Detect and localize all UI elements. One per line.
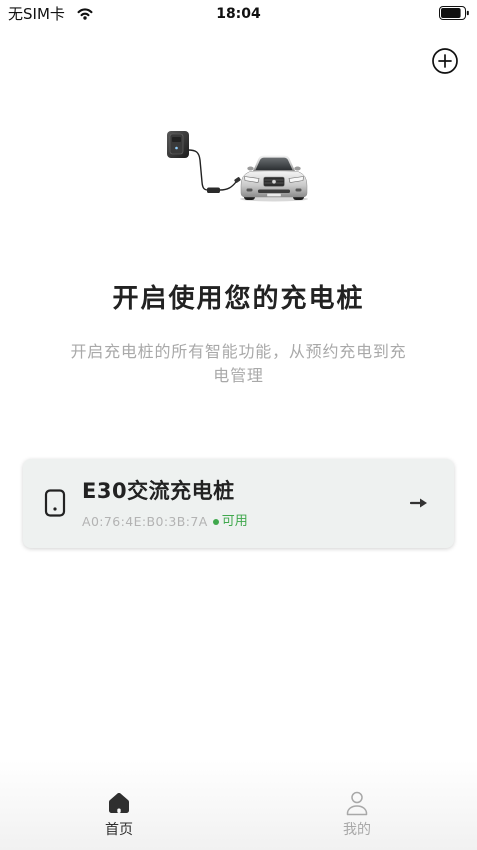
tab-profile[interactable]: 我的 bbox=[297, 760, 417, 850]
tab-home[interactable]: 首页 bbox=[59, 760, 179, 850]
charger bbox=[167, 131, 189, 158]
tab-home-label: 首页 bbox=[105, 822, 133, 838]
device-name: E30交流充电桩 bbox=[82, 479, 235, 503]
battery-icon bbox=[439, 6, 469, 20]
device-mac: A0:76:4E:B0:3B:7A bbox=[82, 514, 208, 529]
user-icon bbox=[346, 791, 368, 816]
device-card[interactable]: E30交流充电桩 A0:76:4E:B0:3B:7A 可用 bbox=[23, 459, 454, 548]
charger-device-icon bbox=[44, 489, 66, 517]
status-bar: 无SIM卡 18:04 bbox=[0, 0, 477, 28]
battery-fill bbox=[441, 8, 461, 18]
tab-profile-label: 我的 bbox=[343, 822, 371, 838]
device-meta: A0:76:4E:B0:3B:7A 可用 bbox=[82, 514, 248, 530]
add-circle-icon bbox=[432, 48, 458, 74]
arrow-right-icon[interactable] bbox=[410, 496, 428, 510]
status-time: 18:04 bbox=[216, 6, 261, 22]
car bbox=[240, 155, 308, 202]
page-title: 开启使用您的充电桩 bbox=[112, 284, 365, 314]
home-icon bbox=[109, 793, 129, 813]
tab-bar: 首页 我的 bbox=[0, 760, 477, 850]
charger-car-illustration bbox=[167, 131, 308, 202]
status-dot bbox=[212, 519, 219, 525]
device-status: 可用 bbox=[221, 514, 248, 529]
charging-cable bbox=[187, 149, 241, 193]
page-subtitle: 开启充电桩的所有智能功能，从预约充电到充电管理 bbox=[70, 342, 407, 385]
add-device-button[interactable] bbox=[431, 47, 459, 75]
